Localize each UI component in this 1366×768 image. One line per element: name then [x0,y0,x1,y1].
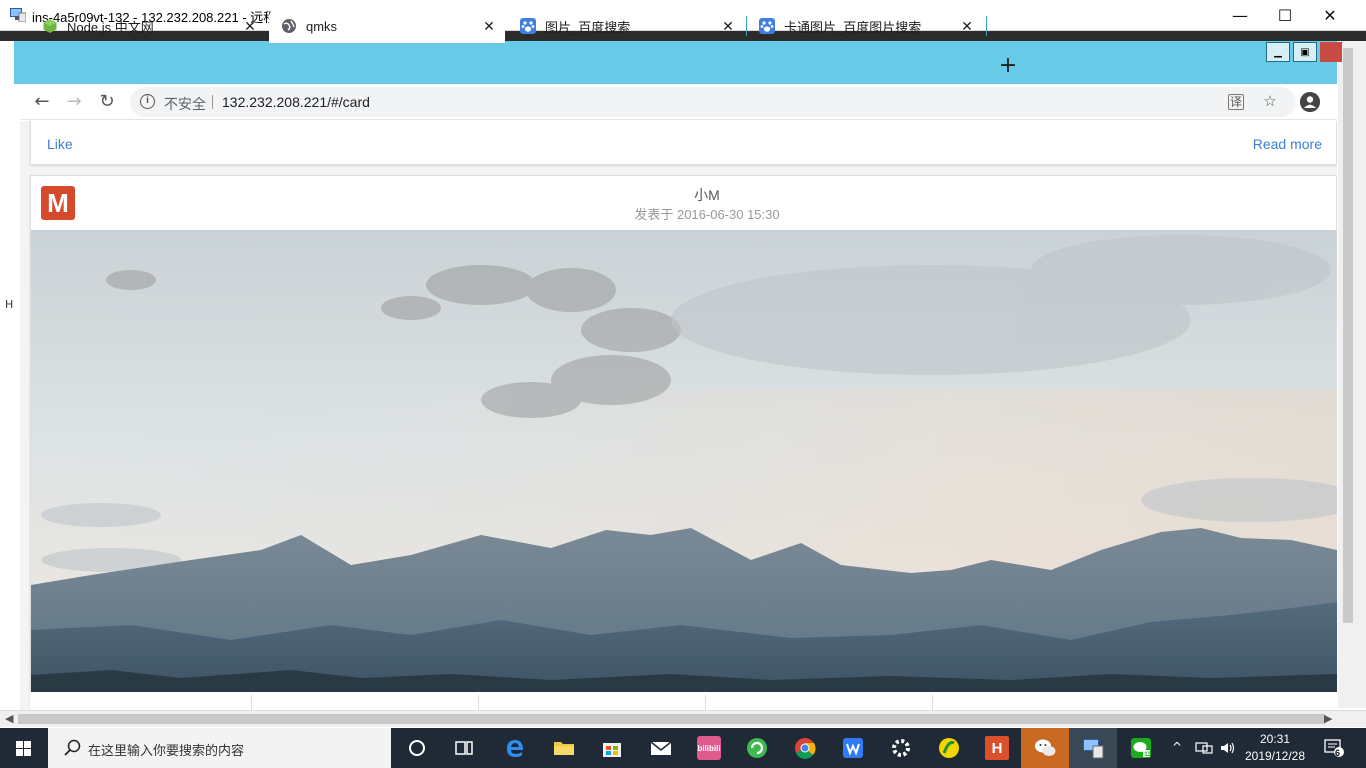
close-button[interactable]: ✕ [1307,0,1353,31]
address-bar[interactable]: i 不安全 132.232.208.221/#/card 译 ☆ [130,87,1296,117]
strip-separator [478,695,479,710]
yellow-app-icon[interactable] [937,736,961,760]
tab-label: Node.js 中文网 [67,19,154,35]
info-icon[interactable]: i [140,94,155,109]
maximize-icon: ☐ [1277,6,1293,25]
close-tab-icon[interactable]: ✕ [240,18,260,35]
new-tab-button[interactable]: + [996,54,1020,78]
post-date: 发表于 2016-06-30 15:30 [634,207,780,222]
back-button[interactable]: ← [30,90,54,114]
globe-icon [282,19,296,33]
rdp-left-edge [0,41,14,708]
strip-separator [251,695,252,710]
rdp-vertical-scroll-thumb[interactable] [1343,48,1353,623]
reload-button[interactable]: ↻ [95,90,119,114]
tab-baidu-images[interactable]: 图片_百度搜索 ✕ [508,9,744,43]
wechat-icon[interactable] [1033,736,1057,760]
omnibox-divider [212,95,213,109]
volume-icon[interactable] [1220,741,1236,755]
browser-tabstrip [14,41,1337,84]
network-icon[interactable] [1195,741,1213,755]
minimize-icon: — [1232,6,1248,25]
insecure-label: 不安全 [164,96,206,112]
rdp-horizontal-scroll-thumb[interactable] [18,714,1325,724]
tab-cartoon-images[interactable]: 卡通图片_百度图片搜索 ✕ [747,9,983,43]
close-tab-icon[interactable]: ✕ [957,18,977,35]
hbuilder-icon[interactable]: H [985,736,1009,760]
rdp-horizontal-scrollbar[interactable]: ◀ ▶ [0,710,1366,727]
tray-overflow-icon[interactable]: ^ [1172,740,1182,754]
store-icon[interactable] [600,736,624,760]
tab-label: 卡通图片_百度图片搜索 [784,19,922,35]
scroll-left-icon[interactable]: ◀ [5,712,13,725]
browser-close-button[interactable] [1320,42,1342,62]
taskbar-search-input[interactable]: 在这里输入你要搜索的内容 [48,728,391,768]
forward-arrow-icon: → [66,91,82,112]
remote-desktop-icon [10,8,26,22]
next-row-strip [30,692,1337,710]
search-placeholder: 在这里输入你要搜索的内容 [88,744,245,759]
wechat-work-icon[interactable]: 11 [1129,736,1153,760]
baidu-paw-icon [520,18,536,34]
browser-toolbar: ← → ↻ i 不安全 132.232.208.221/#/card 译 ☆ [20,84,1337,120]
browser-restore-button[interactable]: ▣ [1293,42,1317,62]
close-tab-icon[interactable]: ✕ [718,18,738,35]
close-icon: ✕ [1323,6,1337,25]
bookmark-star-icon[interactable]: ☆ [1260,92,1280,112]
minimize-button[interactable]: — [1217,0,1263,31]
post-card: M 小M 发表于 2016-06-30 15:30 [30,175,1337,710]
system-clock[interactable]: 20:31 2019/12/28 [1240,731,1310,765]
baidu-paw-icon [759,18,775,34]
tab-separator [746,16,747,36]
qq-browser-icon[interactable] [745,736,769,760]
cortana-icon[interactable] [405,736,429,760]
previous-card-footer: Like Read more [30,121,1337,165]
tab-qmks[interactable]: qmks ✕ [269,9,505,43]
read-more-link[interactable]: Read more [1253,136,1322,152]
clock-date: 2019/12/28 [1244,749,1306,763]
notification-icon[interactable] [1324,739,1344,757]
like-link[interactable]: Like [47,136,73,152]
mail-icon[interactable] [649,736,673,760]
maximize-button[interactable]: ☐ [1262,0,1308,31]
rdp-left-handle[interactable]: H [5,298,13,311]
strip-separator [705,695,706,710]
url-text[interactable]: 132.232.208.221/#/card [222,94,370,110]
tab-separator [986,16,987,36]
translate-icon[interactable]: 译 [1228,94,1244,110]
browser-minimize-button[interactable]: ▁ [1266,42,1290,62]
task-view-icon[interactable] [452,736,476,760]
forward-button[interactable]: → [62,90,86,114]
clock-time: 20:31 [1259,732,1291,746]
profile-icon[interactable] [1300,92,1320,112]
file-explorer-icon[interactable] [552,736,576,760]
settings-gear-icon[interactable] [889,736,913,760]
close-tab-icon[interactable]: ✕ [479,18,499,35]
author-name: 小M [694,187,720,203]
taskbar: 在这里输入你要搜索的内容 bilibili H 11 ^ 20:31 2019/… [0,728,1366,768]
remote-desktop-taskbar-icon[interactable] [1081,736,1105,760]
mountain-landscape-image [31,230,1337,692]
tab-label: 图片_百度搜索 [545,19,631,35]
scroll-right-icon[interactable]: ▶ [1324,712,1332,725]
search-icon [64,739,81,756]
chrome-icon[interactable] [793,736,817,760]
back-arrow-icon: ← [34,91,50,112]
nodejs-icon [43,19,57,33]
tab-label: qmks [306,18,338,34]
windows-start-icon[interactable] [0,728,48,768]
notification-count: 6 [1335,748,1341,758]
bilibili-icon[interactable]: bilibili [697,736,721,760]
svg-text:11: 11 [1144,752,1151,758]
edge-icon[interactable] [503,736,527,760]
wps-icon[interactable] [841,736,865,760]
page-content: Like Read more M 小M 发表于 2016-06-30 15:30 [20,121,1337,710]
strip-separator [932,695,933,710]
reload-icon: ↻ [99,91,115,112]
tab-nodejs[interactable]: Node.js 中文网 ✕ [30,9,266,43]
